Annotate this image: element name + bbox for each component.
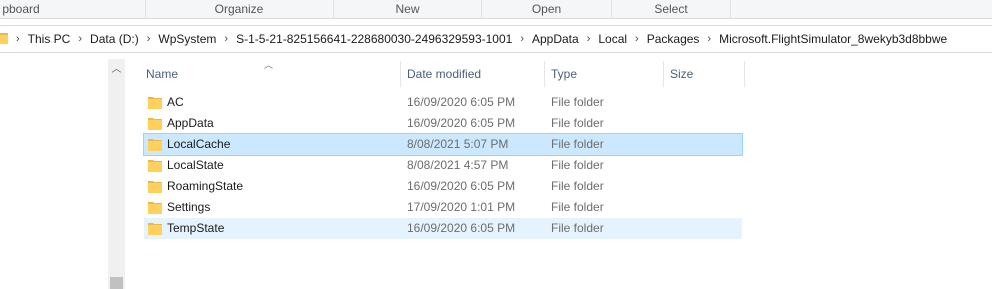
ribbon-group-clipboard: pboard [2, 2, 40, 16]
chevron-right-icon[interactable]: › [587, 33, 591, 45]
navigation-scrollbar[interactable]: ︿ [108, 59, 125, 289]
chevron-right-icon[interactable]: › [147, 33, 151, 45]
file-type: File folder [551, 95, 604, 109]
ribbon-group-open: Open [531, 2, 562, 16]
ribbon-group-new: New [395, 2, 420, 16]
file-type: File folder [551, 158, 604, 172]
folder-icon [148, 221, 162, 243]
column-divider[interactable] [744, 61, 745, 87]
file-explorer-window: pboard Organize New Open Select › This P… [0, 0, 992, 289]
file-date-modified: 16/09/2020 6:05 PM [407, 95, 516, 109]
file-type: File folder [551, 179, 604, 193]
breadcrumb-this-pc[interactable]: This PC [28, 32, 71, 46]
file-date-modified: 8/08/2021 5:07 PM [407, 137, 509, 151]
chevron-right-icon[interactable]: › [16, 33, 20, 45]
folder-icon [0, 31, 10, 48]
chevron-right-icon[interactable]: › [224, 33, 228, 45]
file-name: RoamingState [167, 179, 244, 193]
breadcrumb-flightsimulator[interactable]: Microsoft.FlightSimulator_8wekyb3d8bbwe [719, 32, 947, 46]
file-type: File folder [551, 200, 604, 214]
file-row-ac[interactable]: AC 16/09/2020 6:05 PM File folder [144, 92, 742, 113]
file-row-settings[interactable]: Settings 17/09/2020 1:01 PM File folder [144, 197, 742, 218]
chevron-right-icon[interactable]: › [520, 33, 524, 45]
file-name: Settings [167, 200, 211, 214]
column-header-type[interactable]: Type [545, 59, 663, 89]
file-date-modified: 16/09/2020 6:05 PM [407, 116, 516, 130]
breadcrumb-appdata[interactable]: AppData [532, 32, 579, 46]
file-list: AC 16/09/2020 6:05 PM File folder AppDat… [143, 92, 743, 239]
scroll-thumb[interactable] [110, 277, 123, 289]
file-date-modified: 16/09/2020 6:05 PM [407, 179, 516, 193]
breadcrumb-data-drive[interactable]: Data (D:) [90, 32, 139, 46]
breadcrumb-wpsystem[interactable]: WpSystem [158, 32, 216, 46]
breadcrumb-user-sid[interactable]: S-1-5-21-825156641-228680030-2496329593-… [236, 32, 512, 46]
file-name: AppData [167, 116, 214, 130]
file-name: LocalState [167, 158, 224, 172]
breadcrumb-packages[interactable]: Packages [647, 32, 700, 46]
file-name: AC [167, 95, 184, 109]
chevron-right-icon[interactable]: › [78, 33, 82, 45]
column-header-size[interactable]: Size [664, 59, 744, 89]
ribbon-group-organize: Organize [214, 2, 264, 16]
breadcrumb-local[interactable]: Local [598, 32, 627, 46]
file-type: File folder [551, 221, 604, 235]
chevron-right-icon[interactable]: › [635, 33, 639, 45]
file-name: TempState [167, 221, 225, 235]
scroll-up-icon[interactable]: ︿ [108, 63, 125, 77]
file-row-roamingstate[interactable]: RoamingState 16/09/2020 6:05 PM File fol… [144, 176, 742, 197]
file-row-appdata[interactable]: AppData 16/09/2020 6:05 PM File folder [144, 113, 742, 134]
ribbon-group-labels: pboard Organize New Open Select [0, 0, 992, 19]
column-header-row: Name Date modified Type Size [140, 59, 760, 89]
file-row-tempstate[interactable]: TempState 16/09/2020 6:05 PM File folder [144, 218, 742, 239]
ribbon-group-select: Select [654, 2, 688, 16]
file-type: File folder [551, 116, 604, 130]
file-name: LocalCache [167, 137, 231, 151]
file-type: File folder [551, 137, 604, 151]
file-date-modified: 17/09/2020 1:01 PM [407, 200, 516, 214]
column-header-date[interactable]: Date modified [401, 59, 544, 89]
chevron-right-icon[interactable]: › [707, 33, 711, 45]
file-row-localcache[interactable]: LocalCache 8/08/2021 5:07 PM File folder [143, 133, 743, 156]
column-header-name[interactable]: Name [140, 59, 400, 89]
file-row-localstate[interactable]: LocalState 8/08/2021 4:57 PM File folder [144, 155, 742, 176]
file-date-modified: 8/08/2021 4:57 PM [407, 158, 509, 172]
address-bar[interactable]: › This PC › Data (D:) › WpSystem › S-1-5… [0, 25, 992, 53]
file-date-modified: 16/09/2020 6:05 PM [407, 221, 516, 235]
ribbon-separator [730, 0, 731, 19]
